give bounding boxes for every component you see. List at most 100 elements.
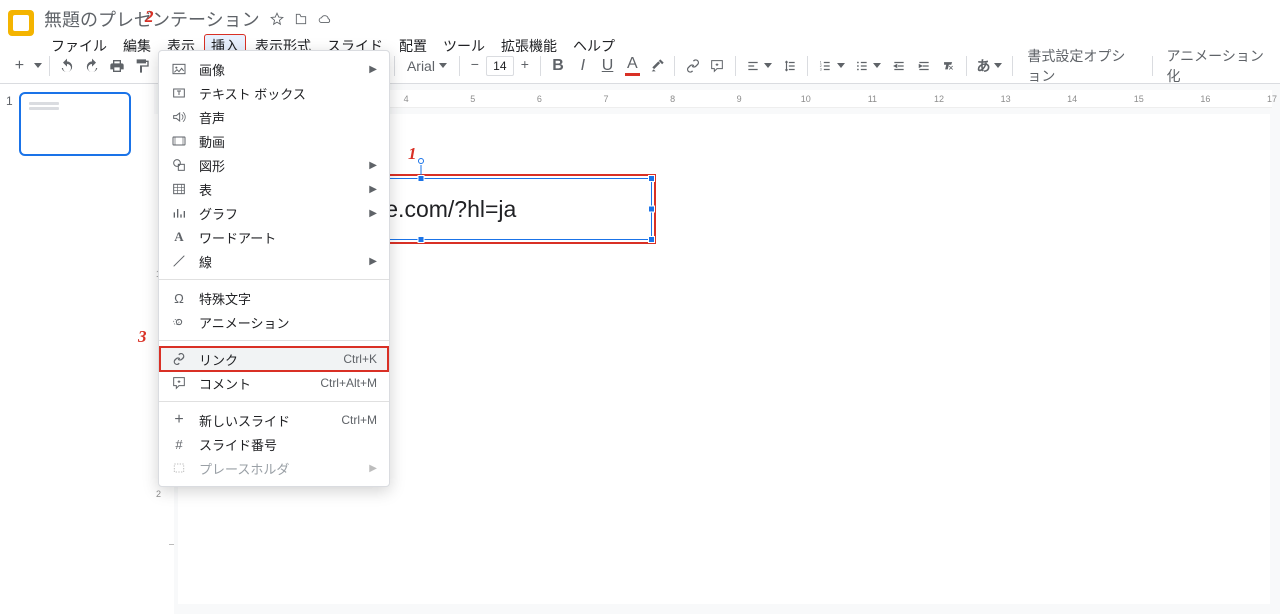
link-button[interactable] [681, 53, 704, 79]
menu-item-new-slide[interactable]: + 新しいスライド Ctrl+M [159, 408, 389, 432]
shortcut-label: Ctrl+Alt+M [320, 376, 377, 390]
video-icon [171, 133, 187, 149]
print-button[interactable] [106, 53, 129, 79]
menu-item-image[interactable]: 画像▶ [159, 57, 389, 81]
separator [1012, 56, 1013, 76]
new-slide-button[interactable]: + [8, 53, 31, 79]
font-size-control: − 14 + [466, 56, 534, 76]
header: 無題のプレゼンテーション ファイル 編集 表示 挿入 表示形式 スライド 配置 … [0, 0, 1280, 48]
align-button[interactable] [742, 53, 765, 79]
input-tools-button[interactable]: あ [972, 54, 1006, 78]
new-slide-dropdown[interactable] [33, 53, 44, 79]
chart-icon [171, 205, 187, 221]
star-icon[interactable] [270, 12, 284, 26]
increase-font-button[interactable]: + [516, 56, 534, 76]
move-folder-icon[interactable] [294, 12, 308, 26]
menu-item-placeholder: プレースホルダ▶ [159, 456, 389, 480]
chevron-down-icon [994, 63, 1002, 68]
animate-button[interactable]: アニメーション化 [1158, 46, 1271, 86]
font-selector[interactable]: Arial [401, 54, 453, 78]
chevron-down-icon [764, 63, 772, 68]
separator [735, 56, 736, 76]
menu-item-wordart[interactable]: A ワードアート [159, 225, 389, 249]
svg-text:3: 3 [820, 67, 822, 71]
menu-item-video[interactable]: 動画 [159, 129, 389, 153]
resize-handle[interactable] [648, 206, 655, 213]
separator [807, 56, 808, 76]
chevron-right-icon: ▶ [369, 184, 377, 195]
hash-icon: # [171, 436, 187, 452]
chevron-right-icon: ▶ [369, 463, 377, 474]
table-icon [171, 181, 187, 197]
menu-item-line[interactable]: 線▶ [159, 249, 389, 273]
resize-handle[interactable] [648, 175, 655, 182]
separator [540, 56, 541, 76]
menu-item-textbox[interactable]: テキスト ボックス [159, 81, 389, 105]
resize-handle[interactable] [418, 236, 425, 243]
rotate-handle[interactable] [418, 158, 424, 164]
numbered-list-button[interactable]: 123 [814, 53, 837, 79]
animation-icon [171, 314, 187, 330]
separator [49, 56, 50, 76]
paint-format-button[interactable] [130, 53, 153, 79]
bold-button[interactable]: B [547, 53, 570, 79]
separator [394, 56, 395, 76]
resize-handle[interactable] [648, 236, 655, 243]
menu-item-comment[interactable]: コメント Ctrl+Alt+M [159, 371, 389, 395]
decrease-indent-button[interactable] [887, 53, 910, 79]
resize-handle[interactable] [418, 175, 425, 182]
highlight-button[interactable] [646, 53, 669, 79]
line-icon [171, 253, 187, 269]
increase-indent-button[interactable] [912, 53, 935, 79]
annotation-number-1: 1 [408, 144, 417, 164]
chevron-down-icon [439, 63, 447, 68]
cloud-status-icon[interactable] [318, 12, 332, 26]
chevron-right-icon: ▶ [369, 64, 377, 75]
separator [159, 340, 389, 341]
title-row: 無題のプレゼンテーション [44, 6, 622, 32]
comment-icon [171, 375, 187, 391]
italic-button[interactable]: I [571, 53, 594, 79]
redo-button[interactable] [81, 53, 104, 79]
slide-thumbnail-panel: 1 [0, 84, 154, 614]
comment-button[interactable] [706, 53, 729, 79]
menu-item-table[interactable]: 表▶ [159, 177, 389, 201]
menu-item-chart[interactable]: グラフ▶ [159, 201, 389, 225]
menu-item-link[interactable]: リンク Ctrl+K [159, 347, 389, 371]
bullet-list-button[interactable] [851, 53, 874, 79]
shapes-icon [171, 157, 187, 173]
slide-thumbnail[interactable] [19, 92, 131, 156]
chevron-down-icon [837, 63, 845, 68]
decrease-font-button[interactable]: − [466, 56, 484, 76]
text-color-button[interactable]: A [621, 53, 644, 79]
separator [1152, 56, 1153, 76]
image-icon [171, 61, 187, 77]
format-options-button[interactable]: 書式設定オプション [1019, 46, 1145, 86]
separator [966, 56, 967, 76]
menu-item-slide-number[interactable]: # スライド番号 [159, 432, 389, 456]
placeholder-icon [171, 460, 187, 476]
omega-icon: Ω [171, 290, 187, 306]
chevron-down-icon [34, 63, 42, 68]
separator [459, 56, 460, 76]
menu-item-audio[interactable]: 音声 [159, 105, 389, 129]
clear-format-button[interactable] [937, 53, 960, 79]
menu-item-animation[interactable]: アニメーション [159, 310, 389, 334]
app-logo[interactable] [8, 10, 34, 36]
menu-item-special-chars[interactable]: Ω 特殊文字 [159, 286, 389, 310]
chevron-right-icon: ▶ [369, 208, 377, 219]
wordart-icon: A [171, 229, 187, 245]
link-icon [171, 351, 187, 367]
menu-item-shapes[interactable]: 図形▶ [159, 153, 389, 177]
thumbnail-wrapper: 1 [6, 92, 154, 156]
insert-dropdown-menu: 画像▶ テキスト ボックス 音声 動画 図形▶ 表▶ グラフ▶ A ワードアート… [158, 50, 390, 487]
undo-button[interactable] [56, 53, 79, 79]
separator [159, 401, 389, 402]
font-size-input[interactable]: 14 [486, 56, 514, 76]
thumbnail-number: 1 [6, 94, 13, 156]
line-spacing-button[interactable] [778, 53, 801, 79]
chevron-down-icon [873, 63, 881, 68]
underline-button[interactable]: U [596, 53, 619, 79]
separator [159, 279, 389, 280]
audio-icon [171, 109, 187, 125]
